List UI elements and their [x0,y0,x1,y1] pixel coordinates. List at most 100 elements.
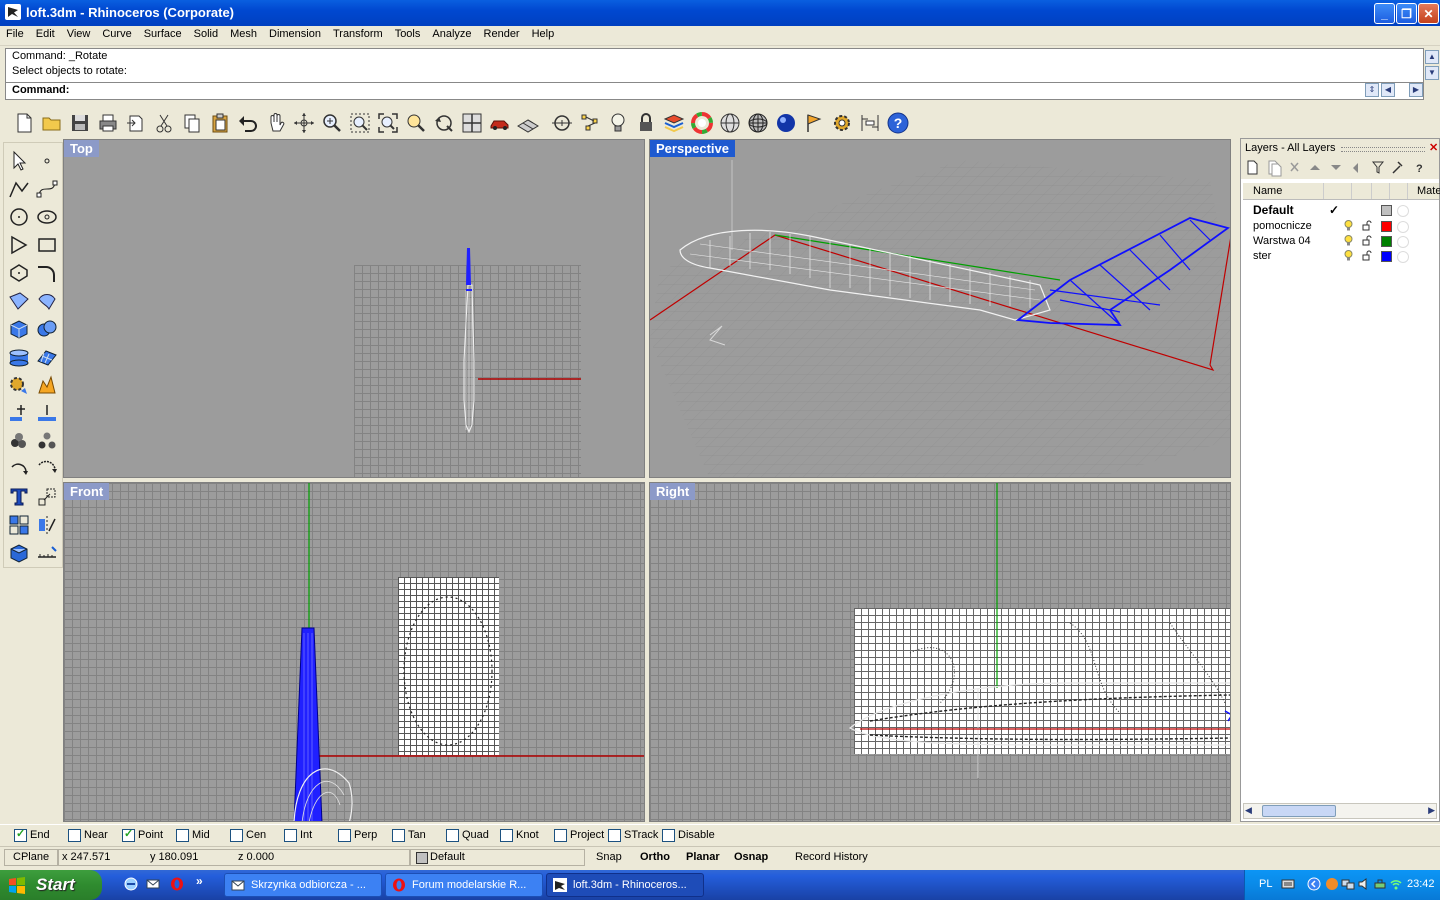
zoom-icon[interactable] [320,111,344,135]
viewport-title-perspective[interactable]: Perspective [650,140,735,157]
internet-explorer-icon[interactable] [124,877,138,891]
scroll-thumb[interactable] [1262,805,1336,817]
zoom-extents-icon[interactable] [376,111,400,135]
surface-icon[interactable] [7,289,31,313]
osnap-tan-checkbox[interactable] [392,829,405,842]
point-icon[interactable] [35,149,59,173]
layer-icon[interactable] [662,111,686,135]
help-icon[interactable]: ? [886,111,910,135]
menu-transform[interactable]: Transform [327,26,389,40]
osnap-project-checkbox[interactable] [554,829,567,842]
select-points-icon[interactable] [578,111,602,135]
osnap-disable-checkbox[interactable] [662,829,675,842]
osnap-knot-checkbox[interactable] [500,829,513,842]
pan-icon[interactable] [264,111,288,135]
osnap-int-checkbox[interactable] [284,829,297,842]
layer-color-swatch[interactable] [1381,251,1392,262]
material-circle-icon[interactable] [1397,236,1409,248]
shade-box-icon[interactable] [7,541,31,565]
move-layer-up-icon[interactable] [1310,165,1320,170]
unlocked-icon[interactable] [1362,250,1372,261]
ellipse-icon[interactable] [35,205,59,229]
menu-edit[interactable]: Edit [30,26,61,40]
text-icon[interactable] [7,485,31,509]
lightbulb-icon[interactable] [606,111,630,135]
menu-curve[interactable]: Curve [96,26,137,40]
command-history[interactable]: Command: _Rotate Select objects to rotat… [5,48,1424,83]
close-panel-icon[interactable]: ✕ [1429,141,1440,154]
rotate-view-icon[interactable] [292,111,316,135]
menu-solid[interactable]: Solid [188,26,224,40]
osnap-cen-checkbox[interactable] [230,829,243,842]
menu-tools[interactable]: Tools [389,26,427,40]
osnap-near-checkbox[interactable] [68,829,81,842]
import-icon[interactable] [124,111,148,135]
material-circle-icon[interactable] [1397,251,1409,263]
layer-color-swatch[interactable] [1381,236,1392,247]
options-gear-icon[interactable] [830,111,854,135]
mesh-sphere-icon[interactable] [746,111,770,135]
osnap-mid-checkbox[interactable] [176,829,189,842]
car-shade-icon[interactable] [488,111,512,135]
menu-dimension[interactable]: Dimension [263,26,327,40]
zoom-window-icon[interactable] [348,111,372,135]
tools-icon[interactable] [1392,161,1403,174]
rotate-3d-icon[interactable] [35,457,59,481]
cplane-label[interactable]: CPlane [13,851,49,863]
layer-color-swatch[interactable] [1381,205,1392,216]
tray-collapse-icon[interactable] [1307,877,1321,891]
close-button[interactable]: ✕ [1418,3,1439,24]
top-viewport[interactable]: Top [63,139,645,478]
delete-layer-icon[interactable] [1290,162,1299,172]
material-circle-icon[interactable] [1397,221,1409,233]
undo-view-icon[interactable] [432,111,456,135]
clock[interactable]: 23:42 [1407,878,1435,890]
zoom-selected-icon[interactable] [404,111,428,135]
layer-name[interactable]: Default [1253,203,1294,217]
material-circle-icon[interactable] [1397,205,1409,217]
circle-icon[interactable] [7,205,31,229]
network-icon[interactable] [1341,877,1355,891]
box-solid-icon[interactable] [7,317,31,341]
polygon-icon[interactable] [7,261,31,285]
help-icon[interactable]: ? [1416,163,1423,175]
osnap-strack-checkbox[interactable] [608,829,621,842]
history-scroll-up-button[interactable]: ▲ [1425,50,1439,64]
move-layer-down-icon[interactable] [1331,165,1341,170]
polyline-icon[interactable] [7,177,31,201]
record-history-toggle[interactable]: Record History [795,851,868,863]
command-next-button[interactable]: ▶ [1409,83,1423,97]
menu-file[interactable]: File [0,26,30,40]
unlocked-icon[interactable] [1362,220,1372,231]
scroll-left-arrow-icon[interactable]: ◀ [1245,805,1252,816]
explode-icon[interactable] [35,373,59,397]
current-layer-name[interactable]: Default [430,851,465,863]
render-sphere-icon[interactable] [774,111,798,135]
layer-row-pomocnicze[interactable]: pomocnicze [1243,219,1439,234]
flag-icon[interactable] [802,111,826,135]
menu-mesh[interactable]: Mesh [224,26,263,40]
menu-analyze[interactable]: Analyze [426,26,477,40]
start-button[interactable]: Start [0,870,102,900]
command-history-dropdown-button[interactable]: ⇕ [1365,83,1379,97]
mirror-icon[interactable] [35,513,59,537]
filter-icon[interactable] [1371,161,1385,174]
antivirus-icon[interactable] [1325,877,1339,891]
fillet-curve-icon[interactable] [35,261,59,285]
lightbulb-on-icon[interactable] [1344,250,1353,261]
email-icon[interactable] [146,877,160,891]
transform-gear-icon[interactable] [7,373,31,397]
opera-icon[interactable] [170,877,184,891]
boolean-union-icon[interactable] [35,317,59,341]
viewport-title-top[interactable]: Top [64,140,99,157]
rotate-icon[interactable] [7,457,31,481]
osnap-quad-checkbox[interactable] [446,829,459,842]
osnap-toggle[interactable]: Osnap [734,851,768,863]
extrude-surface-icon[interactable] [35,289,59,313]
group-icon[interactable] [7,429,31,453]
layer-row-default[interactable]: Default ✓ [1243,203,1439,218]
move-icon[interactable] [7,401,31,425]
new-file-icon[interactable] [12,111,36,135]
layer-name[interactable]: Warstwa 04 [1253,235,1311,247]
curve-points-icon[interactable] [35,177,59,201]
